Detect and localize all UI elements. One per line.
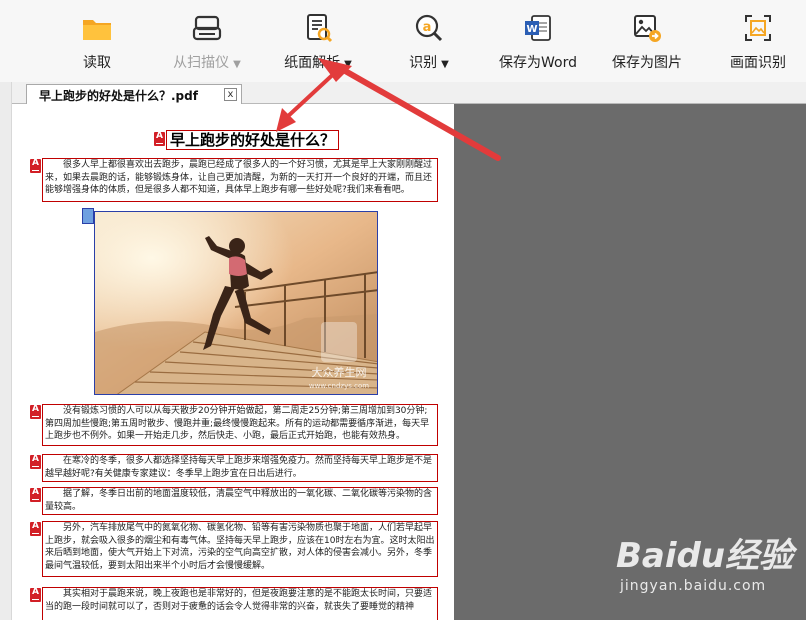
arrow-to-title bbox=[284, 66, 342, 120]
annotation-arrows bbox=[276, 58, 501, 161]
arrow-to-toolbar bbox=[337, 65, 501, 161]
baidu-watermark: Baidu经验 jingyan.baidu.com bbox=[616, 528, 796, 598]
watermark-logo: Baidu经验 bbox=[616, 536, 794, 576]
watermark-url: jingyan.baidu.com bbox=[620, 578, 767, 594]
